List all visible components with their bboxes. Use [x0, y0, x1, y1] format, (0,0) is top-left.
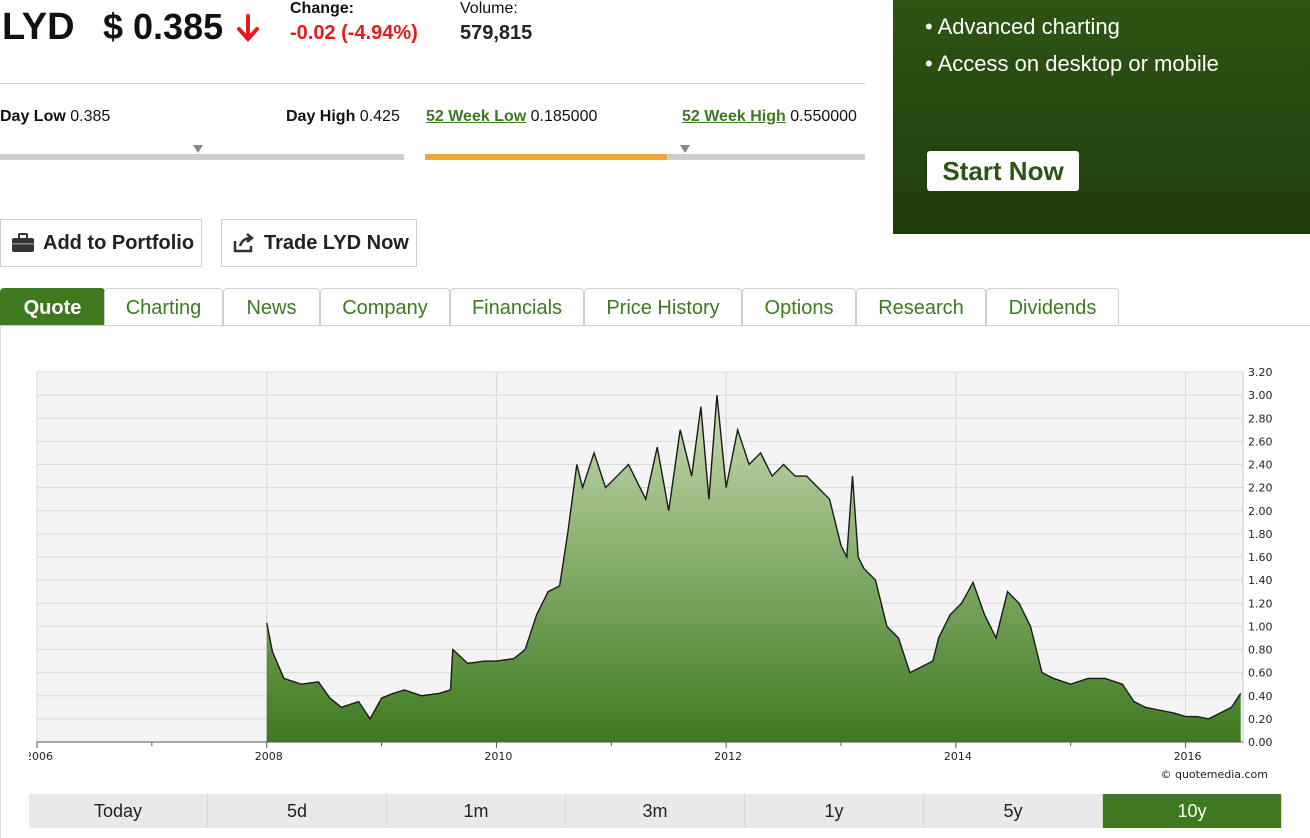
volume-value: 579,815 [460, 22, 533, 44]
day-range-marker [192, 145, 203, 153]
start-now-button[interactable]: Start Now [927, 151, 1079, 191]
day-high: Day High 0.425 [286, 108, 400, 126]
add-to-portfolio-button[interactable]: Add to Portfolio [0, 219, 202, 267]
range-3m-button[interactable]: 3m [566, 794, 745, 828]
day-high-label: Day High [286, 108, 356, 125]
week52-high-value: 0.550000 [790, 108, 857, 125]
tab-options[interactable]: Options [742, 288, 856, 325]
range-5d-button[interactable]: 5d [208, 794, 387, 828]
week52-high-link[interactable]: 52 Week High [682, 108, 786, 125]
y-tick-label: 3.20 [1248, 366, 1273, 379]
y-tick-label: 0.60 [1248, 667, 1273, 680]
week52-high: 52 Week High 0.550000 [682, 108, 857, 126]
x-tick-label: 2014 [944, 750, 972, 763]
arrow-down-icon [237, 14, 259, 42]
watermark: © quotemedia.com [1160, 768, 1268, 781]
range-today-button[interactable]: Today [29, 794, 208, 828]
x-tick-label: 2016 [1174, 750, 1202, 763]
day-low-value: 0.385 [70, 108, 111, 125]
range-5y-button[interactable]: 5y [924, 794, 1103, 828]
ticker-symbol: LYD [2, 6, 75, 48]
tab-dividends[interactable]: Dividends [986, 288, 1119, 325]
y-tick-label: 1.60 [1248, 551, 1273, 564]
add-to-portfolio-label: Add to Portfolio [43, 231, 195, 254]
trade-now-label: Trade LYD Now [264, 231, 409, 254]
y-tick-label: 0.00 [1248, 736, 1273, 749]
tab-quote[interactable]: Quote [0, 288, 105, 325]
week52-range-marker [679, 145, 690, 153]
week52-low-value: 0.185000 [530, 108, 598, 125]
y-tick-label: 2.80 [1248, 412, 1273, 425]
y-tick-label: 1.40 [1248, 574, 1273, 587]
range-1m-button[interactable]: 1m [387, 794, 566, 828]
volume-label: Volume: [460, 0, 518, 17]
y-tick-label: 3.00 [1248, 389, 1273, 402]
price-chart-svg: 0.00 0.20 0.40 0.60 0.80 1.00 1.20 1.40 1.60 1.80… [29, 366, 1273, 781]
x-tick-label: 2010 [484, 750, 512, 763]
x-tick-label: 2008 [255, 750, 283, 763]
header-divider [0, 83, 865, 84]
promo-bullet: • Access on desktop or mobile [925, 51, 1219, 76]
briefcase-icon [12, 233, 34, 252]
change-value: -0.02 (-4.94%) [290, 22, 418, 44]
day-range-bar [0, 154, 404, 160]
y-tick-label: 2.40 [1248, 459, 1273, 472]
y-tick-label: 1.00 [1248, 620, 1273, 633]
last-price: $ 0.385 [103, 6, 224, 47]
y-tick-label: 2.00 [1248, 505, 1273, 518]
x-tick-label: 2006 [29, 750, 53, 763]
tab-company[interactable]: Company [320, 288, 450, 325]
range-10y-button[interactable]: 10y [1103, 794, 1282, 828]
y-tick-label: 2.60 [1248, 435, 1273, 448]
week52-low-link[interactable]: 52 Week Low [426, 108, 526, 125]
share-out-icon [233, 233, 255, 253]
y-tick-label: 0.80 [1248, 644, 1273, 657]
week52-range-fill [425, 154, 667, 160]
day-low-label: Day Low [0, 108, 66, 125]
y-tick-label: 1.20 [1248, 597, 1273, 610]
day-high-value: 0.425 [359, 108, 400, 125]
tab-charting[interactable]: Charting [104, 288, 223, 325]
tab-financials[interactable]: Financials [450, 288, 584, 325]
x-tick-label: 2012 [714, 750, 742, 763]
y-tick-label: 2.20 [1248, 482, 1273, 495]
y-tick-label: 0.40 [1248, 690, 1273, 703]
tab-news[interactable]: News [223, 288, 320, 325]
trade-now-button[interactable]: Trade LYD Now [221, 219, 417, 267]
price-chart[interactable]: 0.00 0.20 0.40 0.60 0.80 1.00 1.20 1.40 1.60 1.80… [29, 360, 1282, 790]
range-1y-button[interactable]: 1y [745, 794, 924, 828]
tab-research[interactable]: Research [856, 288, 986, 325]
y-tick-label: 0.20 [1248, 713, 1273, 726]
week52-low: 52 Week Low 0.185000 [426, 108, 597, 126]
change-label: Change: [290, 0, 354, 17]
promo-bullet: • Advanced charting [925, 14, 1120, 39]
y-tick-label: 1.80 [1248, 528, 1273, 541]
tab-price-history[interactable]: Price History [584, 288, 742, 325]
day-low: Day Low 0.385 [0, 108, 110, 126]
